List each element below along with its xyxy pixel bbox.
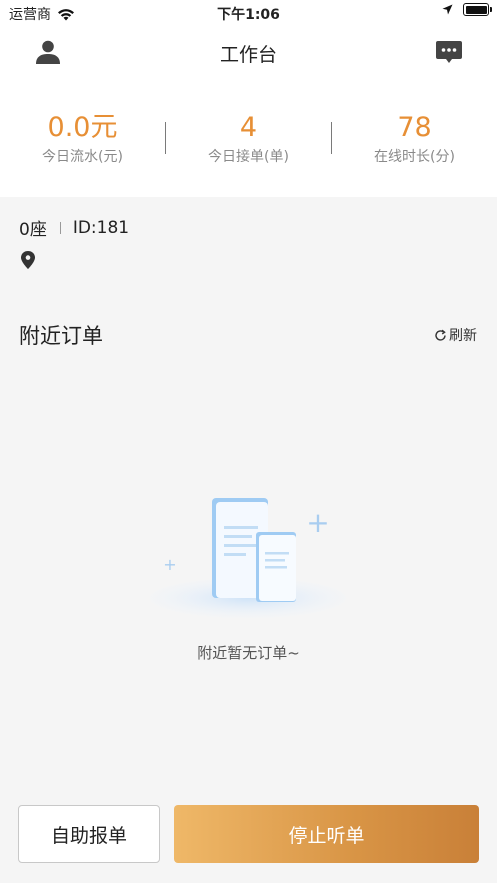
stat-online-time-label: 在线时长(分) xyxy=(374,149,455,165)
battery-icon xyxy=(463,3,492,16)
empty-orders-message: 附近暂无订单~ xyxy=(197,644,300,662)
nav-bar: 工作台 xyxy=(0,26,497,76)
page-title: 工作台 xyxy=(219,44,277,66)
stat-online-time: 78 在线时长(分) xyxy=(332,112,497,166)
seat-count: 0座 xyxy=(19,220,47,240)
stat-revenue-value: 0.0元 xyxy=(47,112,118,143)
stat-orders-label: 今日接单(单) xyxy=(208,149,289,165)
refresh-button[interactable]: 刷新 xyxy=(434,325,477,345)
svg-text:+: + xyxy=(163,555,176,574)
status-bar: 运营商 下午1:06 xyxy=(0,0,497,26)
stats-row: 0.0元 今日流水(元) 4 今日接单(单) 78 在线时长(分) xyxy=(0,112,497,172)
stat-revenue-label: 今日流水(元) xyxy=(42,149,123,165)
stat-orders-value: 4 xyxy=(239,112,258,143)
driver-info: 0座 ID:181 xyxy=(19,215,130,241)
refresh-icon xyxy=(435,329,446,341)
location-arrow-icon xyxy=(442,4,453,15)
location-pin-icon xyxy=(21,251,35,269)
status-right xyxy=(442,3,492,16)
nearby-orders-title: 附近订单 xyxy=(19,324,103,348)
message-icon[interactable] xyxy=(435,38,463,66)
stat-online-time-value: 78 xyxy=(397,112,432,143)
info-separator xyxy=(59,221,61,234)
clock: 下午1:06 xyxy=(217,7,280,23)
refresh-label: 刷新 xyxy=(449,328,477,344)
stat-revenue: 0.0元 今日流水(元) xyxy=(0,112,165,166)
svg-text:+: + xyxy=(306,506,329,539)
empty-orders-illustration: + + xyxy=(150,498,346,618)
self-report-button[interactable]: 自助报单 xyxy=(18,805,160,863)
stat-orders: 4 今日接单(单) xyxy=(166,112,331,166)
driver-id: ID:181 xyxy=(72,217,130,238)
stop-listening-button[interactable]: 停止听单 xyxy=(174,805,479,863)
